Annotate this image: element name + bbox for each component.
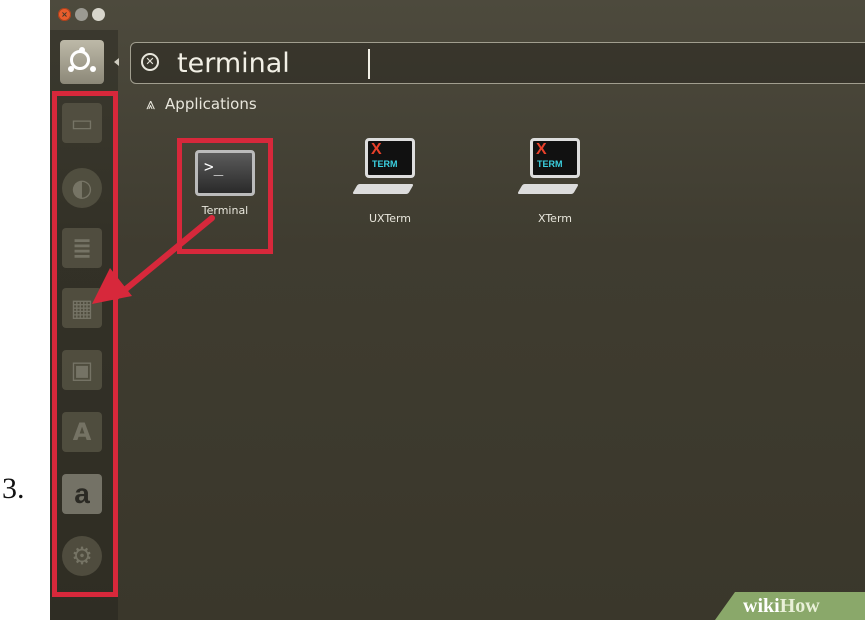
launcher-active-arrow-icon bbox=[114, 58, 119, 66]
app-label: UXTerm bbox=[368, 212, 412, 225]
app-uxterm[interactable]: X TERM UXTerm bbox=[340, 138, 440, 225]
window-maximize-button[interactable] bbox=[92, 8, 105, 21]
xterm-term-glyph: TERM bbox=[537, 159, 563, 169]
app-label: XTerm bbox=[537, 212, 572, 225]
xterm-icon: X TERM bbox=[517, 138, 590, 204]
app-xterm[interactable]: X TERM XTerm bbox=[505, 138, 605, 225]
close-circle-icon[interactable]: ✕ bbox=[141, 53, 159, 71]
dash-home-button[interactable] bbox=[60, 40, 104, 84]
xterm-keyboard bbox=[517, 184, 579, 194]
terminal-highlight-box bbox=[177, 138, 273, 254]
step-number: 3. bbox=[2, 472, 25, 505]
applications-icon: ⩓ bbox=[146, 94, 156, 113]
ubuntu-logo-dot bbox=[90, 66, 96, 72]
xterm-screen: X TERM bbox=[365, 138, 415, 178]
xterm-x-glyph: X bbox=[536, 141, 547, 158]
xterm-screen: X TERM bbox=[530, 138, 580, 178]
search-input[interactable] bbox=[177, 44, 777, 82]
drag-arrow bbox=[92, 215, 215, 304]
xterm-term-glyph: TERM bbox=[372, 159, 398, 169]
text-cursor bbox=[368, 49, 370, 79]
xterm-icon: X TERM bbox=[352, 138, 425, 204]
search-bar[interactable]: ✕ bbox=[130, 42, 865, 84]
wikihow-watermark: wikiHow bbox=[715, 592, 865, 620]
ubuntu-dash-screen: × ▭ ◐ ≣ ▦ ▣ A a ⚙ ✕ ⩓ Applications >_ Te… bbox=[50, 0, 865, 620]
category-label: Applications bbox=[165, 95, 257, 113]
window-close-button[interactable]: × bbox=[58, 8, 71, 21]
watermark-how: How bbox=[779, 595, 820, 617]
ubuntu-logo-dot bbox=[79, 47, 85, 53]
window-minimize-button[interactable] bbox=[75, 8, 88, 21]
launcher-highlight-box bbox=[52, 91, 118, 597]
xterm-x-glyph: X bbox=[371, 141, 382, 158]
category-header[interactable]: ⩓ Applications bbox=[146, 94, 257, 114]
watermark-wiki: wiki bbox=[743, 595, 780, 617]
xterm-keyboard bbox=[352, 184, 414, 194]
ubuntu-logo-dot bbox=[68, 66, 74, 72]
